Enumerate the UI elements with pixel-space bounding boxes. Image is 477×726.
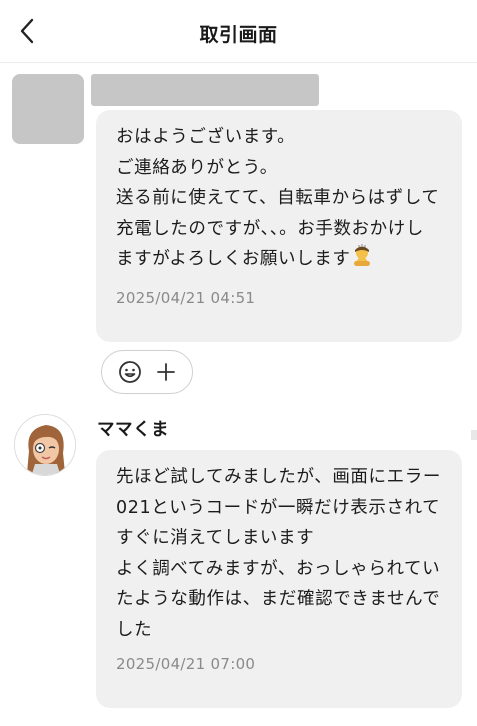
scroll-edge-indicator xyxy=(471,430,477,440)
avatar[interactable] xyxy=(14,414,76,476)
message-timestamp: 2025/04/21 07:00 xyxy=(116,655,256,673)
bowing-person-icon xyxy=(350,244,374,279)
sender-name-redacted xyxy=(91,74,319,106)
message-bubble: おはようございます。 ご連絡ありがとう。 送る前に使えてて、自転車からはずして充… xyxy=(96,110,462,342)
avatar[interactable] xyxy=(12,74,84,144)
sender-name[interactable]: ママくま xyxy=(97,416,169,441)
add-reaction-button[interactable] xyxy=(101,350,193,394)
page-title: 取引画面 xyxy=(199,24,278,46)
message-timestamp: 2025/04/21 04:51 xyxy=(116,288,256,307)
smiley-icon xyxy=(119,361,141,383)
message-text: 先ほど試してみましたが、画面にエラー021というコードが一瞬だけ表示されてすぐに… xyxy=(116,467,441,640)
memoji-avatar-icon xyxy=(15,415,75,475)
message-text: おはようございます。 ご連絡ありがとう。 送る前に使えてて、自転車からはずして充… xyxy=(116,127,440,269)
message-bubble: 先ほど試してみましたが、画面にエラー021というコードが一瞬だけ表示されてすぐに… xyxy=(96,450,462,708)
plus-icon xyxy=(157,363,175,381)
header-bar: 取引画面 xyxy=(0,0,477,63)
